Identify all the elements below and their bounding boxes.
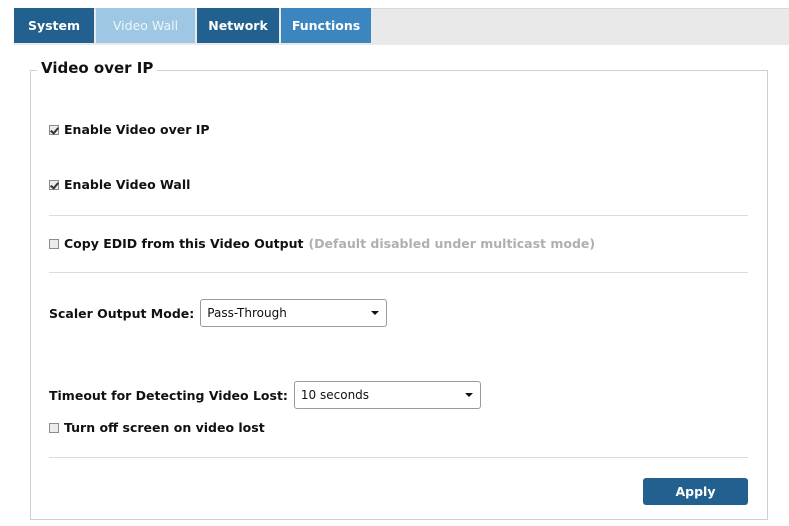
divider <box>49 215 748 216</box>
divider <box>49 457 748 458</box>
enable-video-over-ip-checkbox[interactable] <box>49 124 59 135</box>
turn-off-screen-label: Turn off screen on video lost <box>64 420 265 435</box>
copy-edid-label: Copy EDID from this Video Output <box>64 236 304 251</box>
turn-off-screen-checkbox[interactable] <box>49 422 59 433</box>
copy-edid-row: Copy EDID from this Video Output (Defaul… <box>49 236 595 251</box>
chevron-down-icon <box>464 393 473 397</box>
copy-edid-note: (Default disabled under multicast mode) <box>308 236 596 251</box>
enable-video-wall-row: Enable Video Wall <box>49 177 190 192</box>
divider <box>49 272 748 273</box>
tab-network[interactable]: Network <box>197 8 279 43</box>
timeout-value: 10 seconds <box>300 388 370 402</box>
enable-video-wall-checkbox[interactable] <box>49 179 59 190</box>
chevron-down-icon <box>371 311 380 315</box>
tab-system[interactable]: System <box>14 8 94 43</box>
timeout-row: Timeout for Detecting Video Lost: 10 sec… <box>49 381 481 409</box>
scaler-output-mode-row: Scaler Output Mode: Pass-Through <box>49 299 388 327</box>
timeout-select[interactable]: 10 seconds <box>293 381 481 409</box>
tab-video-wall[interactable]: Video Wall <box>96 8 195 43</box>
copy-edid-checkbox[interactable] <box>49 238 59 249</box>
scaler-output-mode-value: Pass-Through <box>207 306 287 320</box>
tab-functions[interactable]: Functions <box>281 8 371 43</box>
section-title: Video over IP <box>37 59 158 77</box>
apply-button[interactable]: Apply <box>643 478 748 505</box>
video-over-ip-panel <box>30 70 768 520</box>
enable-video-over-ip-row: Enable Video over IP <box>49 122 210 137</box>
scaler-output-mode-label: Scaler Output Mode: <box>49 305 195 321</box>
timeout-label: Timeout for Detecting Video Lost: <box>49 387 288 403</box>
enable-video-over-ip-label: Enable Video over IP <box>64 122 210 137</box>
turn-off-screen-row: Turn off screen on video lost <box>49 420 265 435</box>
enable-video-wall-label: Enable Video Wall <box>64 177 191 192</box>
scaler-output-mode-select[interactable]: Pass-Through <box>200 299 388 327</box>
